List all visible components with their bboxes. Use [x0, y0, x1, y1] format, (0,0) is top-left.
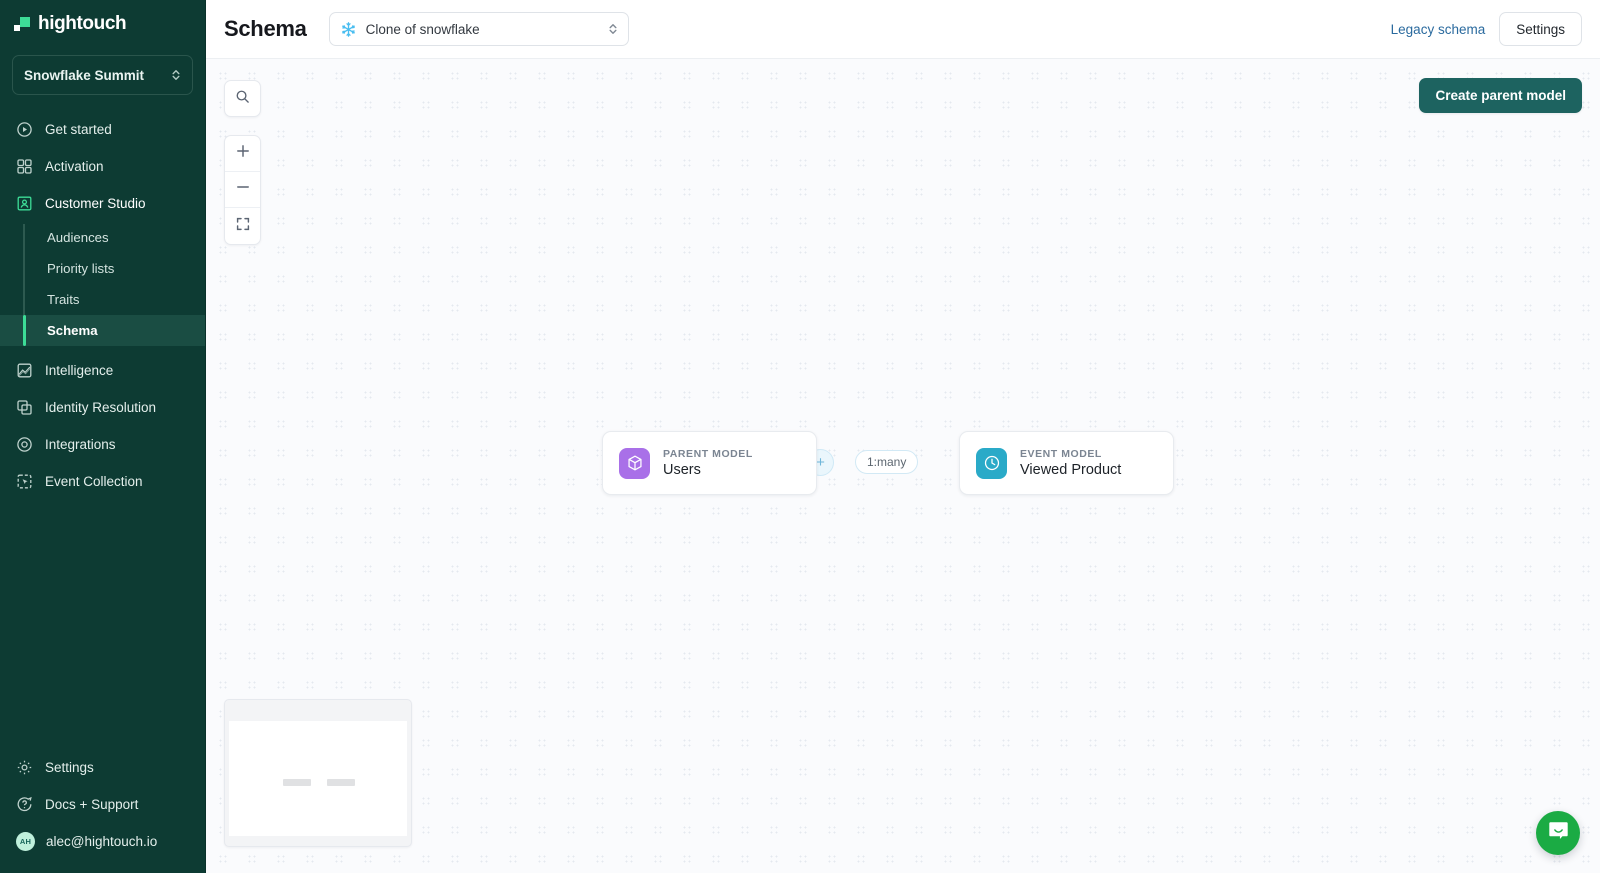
chevron-up-down-icon	[171, 68, 181, 82]
gear-icon	[16, 759, 33, 776]
sidebar-item-label: Get started	[45, 122, 112, 137]
page-title: Schema	[224, 16, 307, 41]
relationship-label[interactable]: 1:many	[855, 450, 919, 474]
snowflake-icon	[340, 21, 357, 38]
create-parent-model-button[interactable]: Create parent model	[1419, 78, 1582, 113]
avatar: AH	[16, 832, 35, 851]
canvas-zoom-controls	[224, 135, 261, 245]
workspace-selector[interactable]: Snowflake Summit	[12, 55, 193, 95]
node-kind-label: PARENT MODEL	[663, 448, 753, 460]
sidebar-item-traits[interactable]: Traits	[0, 284, 205, 315]
search-icon	[235, 89, 250, 109]
sidebar-item-intelligence[interactable]: Intelligence	[0, 352, 205, 389]
user-email: alec@hightouch.io	[46, 834, 158, 849]
sidebar-bottom-nav: Settings Docs + Support AH alec@hightouc…	[0, 749, 205, 873]
integrations-orbit-icon	[16, 436, 33, 453]
grid-squares-icon	[16, 158, 33, 175]
minimap-viewport	[229, 721, 407, 836]
clock-icon	[976, 447, 1007, 479]
schema-node-event-model[interactable]: EVENT MODEL Viewed Product	[959, 431, 1174, 495]
sidebar-item-label: Customer Studio	[45, 196, 146, 211]
plus-icon	[236, 144, 250, 163]
chart-area-icon	[16, 362, 33, 379]
sidebar-item-settings[interactable]: Settings	[0, 749, 205, 786]
sidebar-item-label: Identity Resolution	[45, 400, 157, 415]
legacy-schema-link[interactable]: Legacy schema	[1391, 22, 1486, 37]
sidebar: hightouch Snowflake Summit Get started A…	[0, 0, 206, 873]
sidebar-item-label: Settings	[45, 760, 94, 775]
cursor-box-icon	[16, 473, 33, 490]
support-chat-button[interactable]	[1536, 811, 1580, 855]
chat-bubble-icon	[1547, 819, 1570, 847]
schema-canvas[interactable]: Create parent model + 1:many PARENT MODE…	[206, 59, 1600, 873]
sidebar-item-docs-support[interactable]: Docs + Support	[0, 786, 205, 823]
zoom-in-button[interactable]	[225, 136, 260, 172]
source-selector[interactable]: Clone of snowflake	[328, 12, 629, 46]
customer-studio-subnav: Audiences Priority lists Traits Schema	[0, 222, 205, 346]
chevron-up-down-icon	[608, 22, 618, 36]
minimap-node	[327, 779, 355, 786]
brand-logo[interactable]: hightouch	[0, 0, 205, 47]
canvas-minimap[interactable]	[224, 699, 412, 847]
source-name: Clone of snowflake	[365, 21, 480, 37]
node-name-label: Users	[663, 462, 701, 478]
sidebar-item-event-collection[interactable]: Event Collection	[0, 463, 205, 500]
fit-view-button[interactable]	[225, 208, 260, 244]
sidebar-item-label: Intelligence	[45, 363, 114, 378]
primary-nav: Get started Activation Customer Studio A…	[0, 105, 205, 749]
node-kind-label: EVENT MODEL	[1020, 448, 1102, 460]
brand-name: hightouch	[38, 12, 127, 34]
workspace-name: Snowflake Summit	[24, 67, 145, 83]
settings-button[interactable]: Settings	[1499, 12, 1582, 46]
sidebar-item-label: Docs + Support	[45, 797, 139, 812]
question-circle-icon	[16, 796, 33, 813]
sidebar-sub-label: Priority lists	[47, 261, 115, 276]
schema-node-parent-model[interactable]: PARENT MODEL Users	[602, 431, 817, 495]
play-circle-icon	[16, 121, 33, 138]
sidebar-item-label: Activation	[45, 159, 104, 174]
main-area: Schema Clone of snowflake Legacy schema …	[206, 0, 1600, 873]
minus-icon	[236, 180, 250, 199]
sidebar-item-schema[interactable]: Schema	[0, 315, 205, 346]
node-name-label: Viewed Product	[1020, 462, 1122, 478]
sidebar-item-activation[interactable]: Activation	[0, 148, 205, 185]
sidebar-item-audiences[interactable]: Audiences	[0, 222, 205, 253]
sidebar-item-priority-lists[interactable]: Priority lists	[0, 253, 205, 284]
sidebar-item-customer-studio[interactable]: Customer Studio	[0, 185, 205, 222]
hightouch-logo-icon	[14, 16, 30, 31]
overlapping-squares-icon	[16, 399, 33, 416]
sidebar-sub-label: Schema	[47, 323, 98, 338]
zoom-out-button[interactable]	[225, 172, 260, 208]
minimap-node	[283, 779, 311, 786]
fit-screen-icon	[236, 217, 250, 236]
sidebar-item-integrations[interactable]: Integrations	[0, 426, 205, 463]
top-bar: Schema Clone of snowflake Legacy schema …	[206, 0, 1600, 59]
sidebar-item-identity-resolution[interactable]: Identity Resolution	[0, 389, 205, 426]
user-account-item[interactable]: AH alec@hightouch.io	[0, 823, 205, 860]
customer-studio-icon	[16, 195, 33, 212]
sidebar-sub-label: Audiences	[47, 230, 109, 245]
sidebar-item-label: Event Collection	[45, 474, 143, 489]
canvas-search-button[interactable]	[224, 80, 261, 117]
sidebar-item-get-started[interactable]: Get started	[0, 111, 205, 148]
cube-icon	[619, 447, 650, 479]
sidebar-sub-label: Traits	[47, 292, 80, 307]
sidebar-item-label: Integrations	[45, 437, 116, 452]
